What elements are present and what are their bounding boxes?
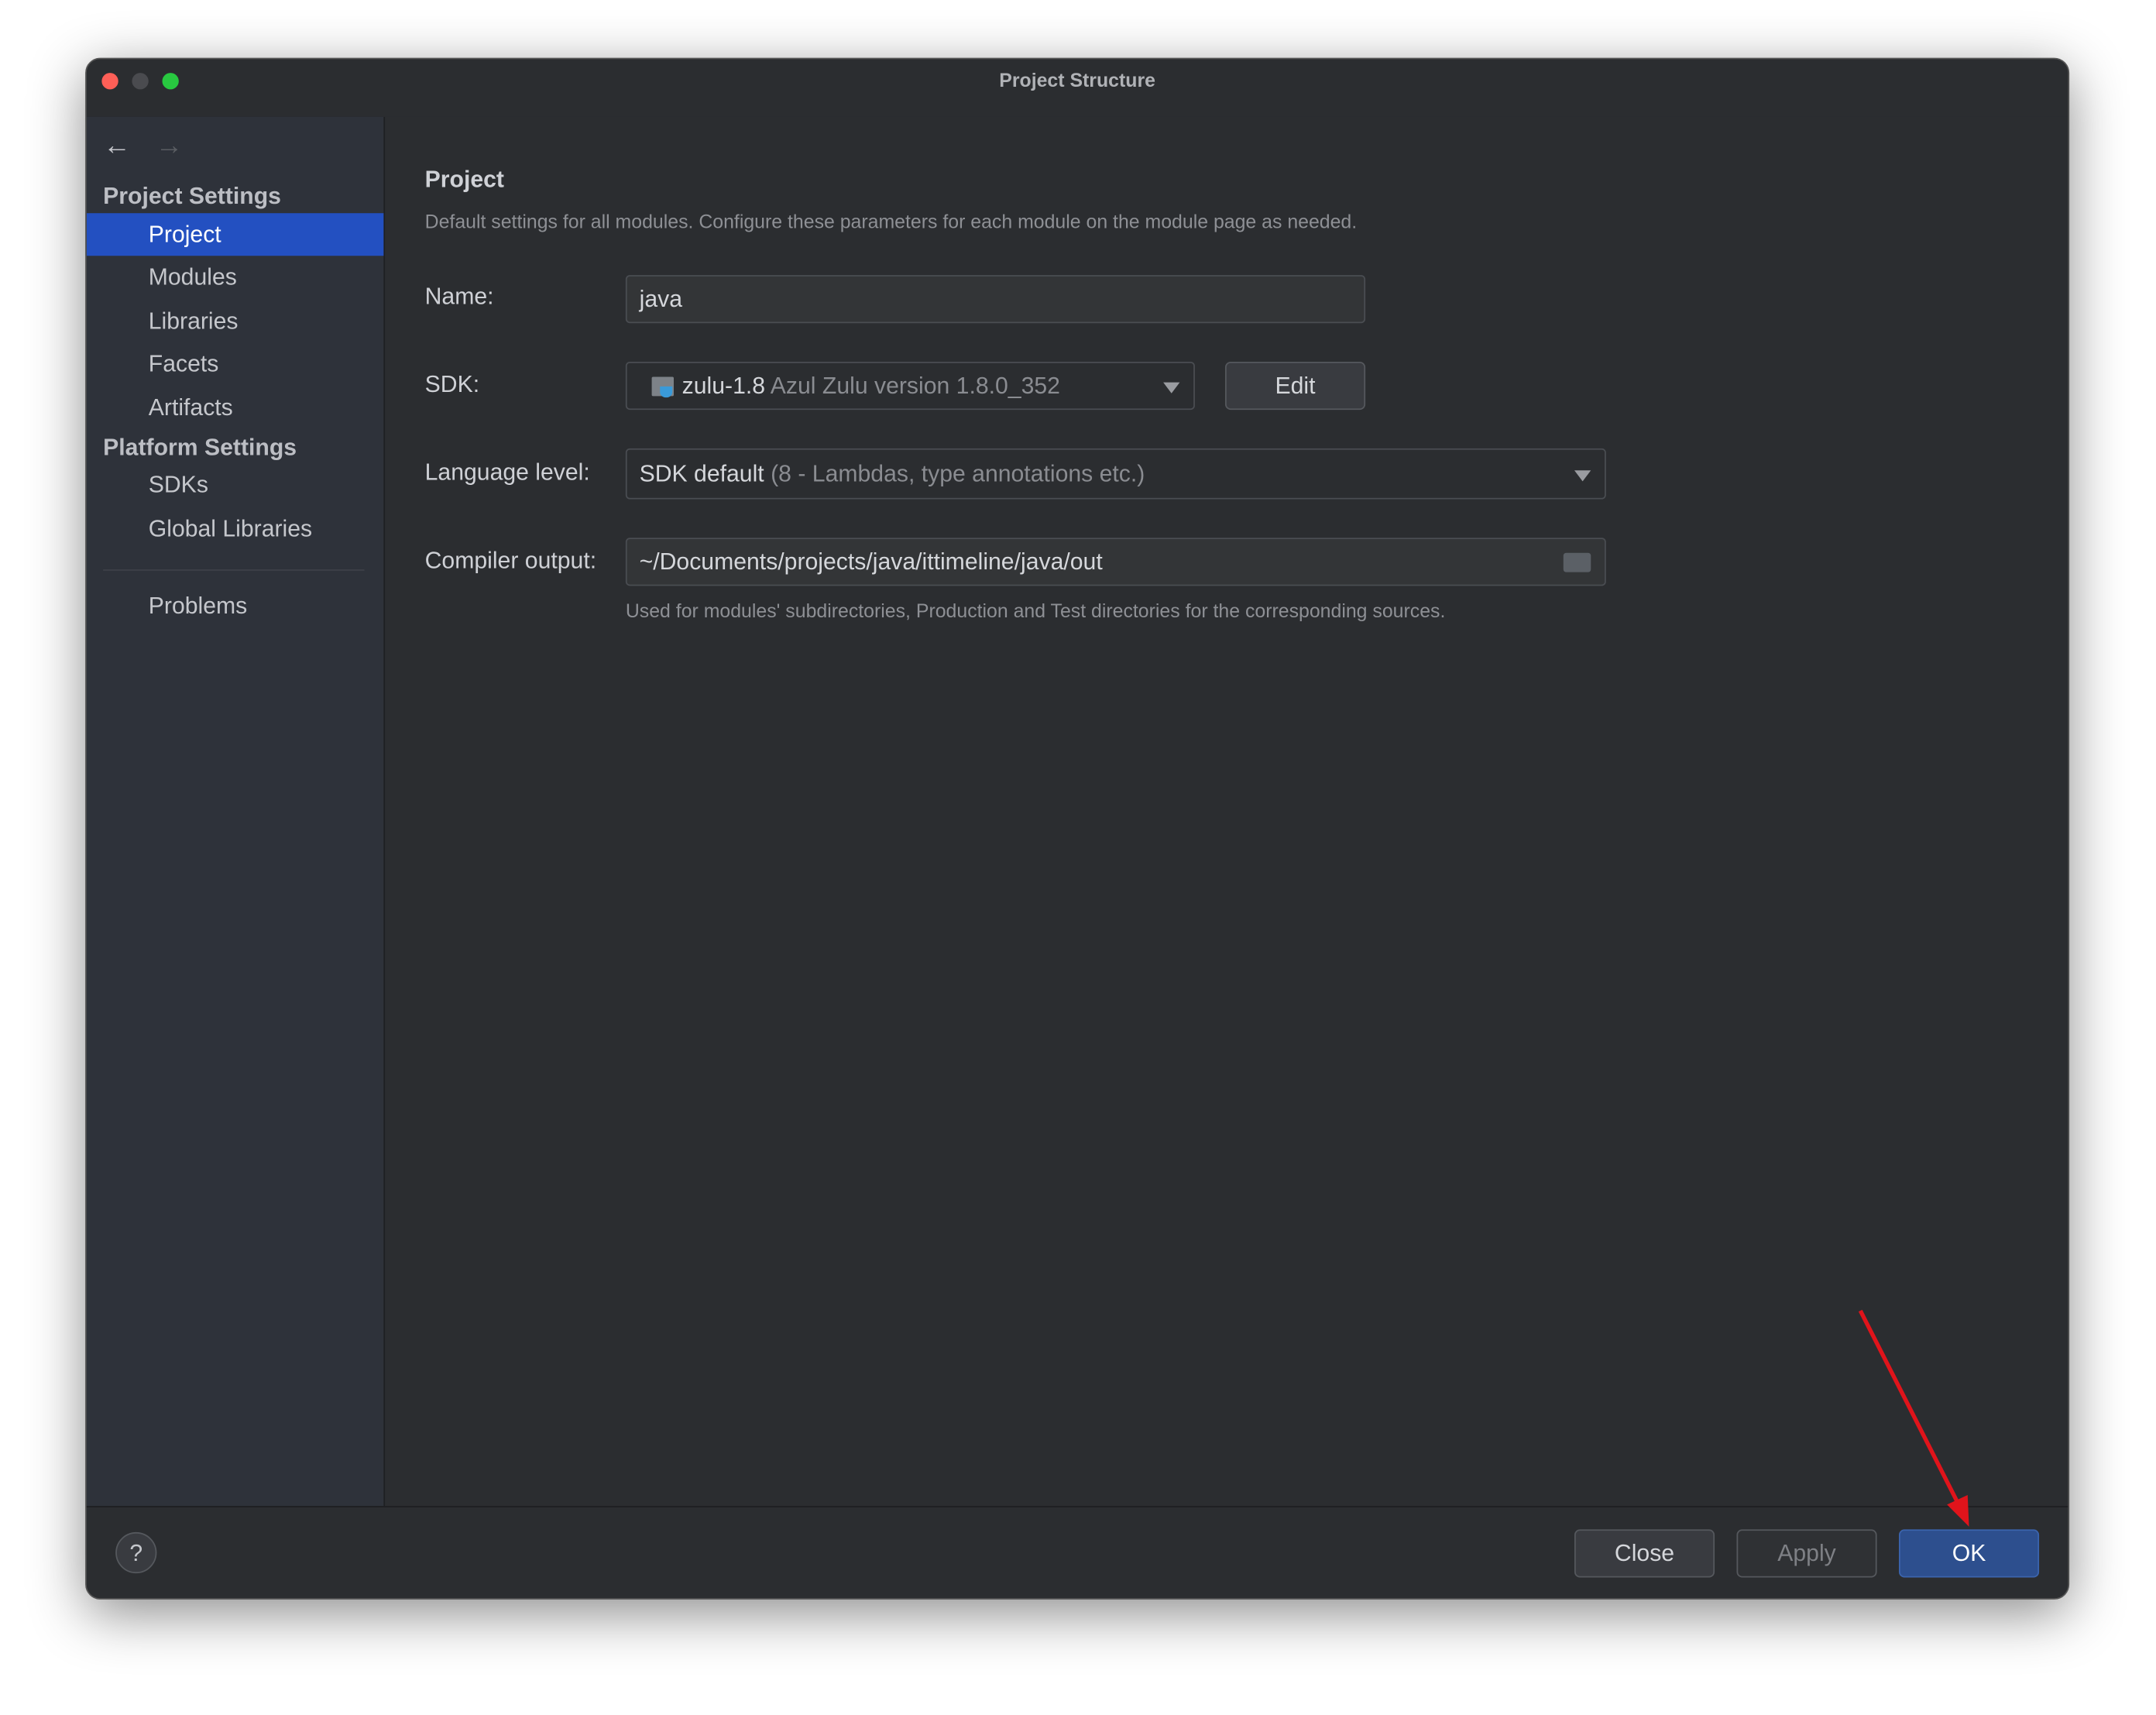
annotation-arrow: [1858, 1309, 1969, 1527]
